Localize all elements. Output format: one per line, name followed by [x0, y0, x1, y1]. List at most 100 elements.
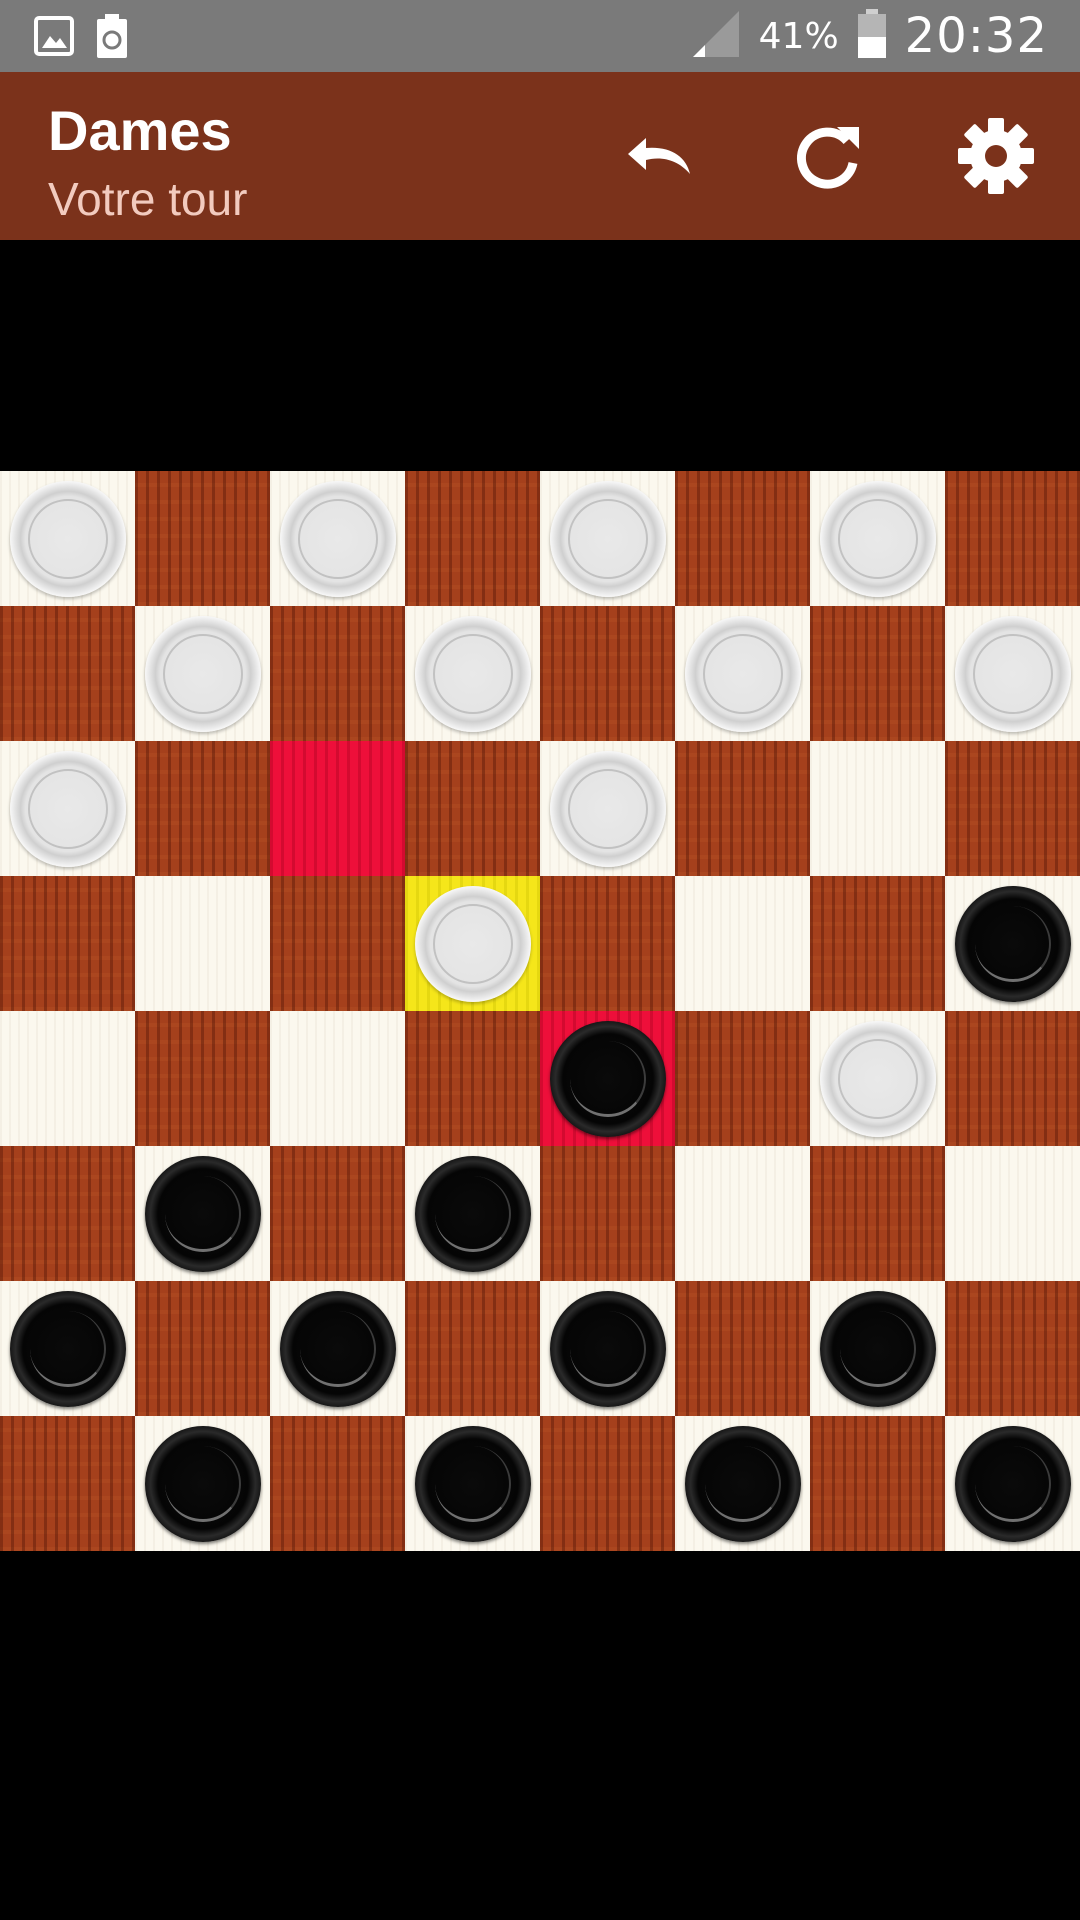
board-square-r6-c8[interactable]	[945, 1146, 1080, 1281]
board-square-r6-c6[interactable]	[675, 1146, 810, 1281]
refresh-icon	[796, 127, 859, 189]
white-piece[interactable]	[9, 750, 126, 867]
white-piece[interactable]	[684, 615, 801, 732]
white-piece[interactable]	[279, 480, 396, 597]
board-square-r8-c3[interactable]	[270, 1416, 405, 1551]
board-square-r3-c1[interactable]	[0, 741, 135, 876]
settings-button[interactable]	[948, 108, 1044, 204]
board-square-r6-c5[interactable]	[540, 1146, 675, 1281]
board-square-r7-c1[interactable]	[0, 1281, 135, 1416]
refresh-button[interactable]	[780, 108, 876, 204]
board-square-r4-c2[interactable]	[135, 876, 270, 1011]
board-square-r2-c1[interactable]	[0, 606, 135, 741]
black-piece[interactable]	[684, 1425, 801, 1542]
board-square-r3-c5[interactable]	[540, 741, 675, 876]
board-square-r2-c8[interactable]	[945, 606, 1080, 741]
board-square-r6-c2[interactable]	[135, 1146, 270, 1281]
board-square-r6-c4[interactable]	[405, 1146, 540, 1281]
white-piece[interactable]	[954, 615, 1071, 732]
board-square-r5-c6[interactable]	[675, 1011, 810, 1146]
board-square-r8-c1[interactable]	[0, 1416, 135, 1551]
undo-icon	[628, 138, 690, 174]
board-square-r8-c6[interactable]	[675, 1416, 810, 1551]
board-square-r6-c7[interactable]	[810, 1146, 945, 1281]
board-square-r8-c5[interactable]	[540, 1416, 675, 1551]
black-piece[interactable]	[144, 1155, 261, 1272]
board-square-r3-c2[interactable]	[135, 741, 270, 876]
board-square-r4-c8[interactable]	[945, 876, 1080, 1011]
board-square-r4-c5[interactable]	[540, 876, 675, 1011]
board-square-r8-c2[interactable]	[135, 1416, 270, 1551]
board-square-r4-c7[interactable]	[810, 876, 945, 1011]
board-square-r1-c2[interactable]	[135, 471, 270, 606]
black-piece[interactable]	[9, 1290, 126, 1407]
black-piece[interactable]	[279, 1290, 396, 1407]
board-square-r4-c3[interactable]	[270, 876, 405, 1011]
board-square-r2-c4[interactable]	[405, 606, 540, 741]
board-square-r2-c3[interactable]	[270, 606, 405, 741]
board-square-r2-c7[interactable]	[810, 606, 945, 741]
board-square-r1-c5[interactable]	[540, 471, 675, 606]
board-square-r7-c8[interactable]	[945, 1281, 1080, 1416]
board-square-r1-c6[interactable]	[675, 471, 810, 606]
white-piece[interactable]	[819, 1020, 936, 1137]
board-square-r5-c7[interactable]	[810, 1011, 945, 1146]
board-square-r2-c6[interactable]	[675, 606, 810, 741]
black-piece[interactable]	[954, 1425, 1071, 1542]
board-square-r3-c3[interactable]	[270, 741, 405, 876]
board-square-r7-c2[interactable]	[135, 1281, 270, 1416]
board-square-r5-c2[interactable]	[135, 1011, 270, 1146]
board-square-r5-c4[interactable]	[405, 1011, 540, 1146]
black-piece[interactable]	[549, 1020, 666, 1137]
battery-percent: 41%	[758, 15, 839, 57]
white-piece[interactable]	[819, 480, 936, 597]
board-square-r1-c4[interactable]	[405, 471, 540, 606]
board-square-r3-c6[interactable]	[675, 741, 810, 876]
board-square-r8-c7[interactable]	[810, 1416, 945, 1551]
battery-icon	[857, 8, 887, 64]
board-square-r4-c4[interactable]	[405, 876, 540, 1011]
board-square-r7-c6[interactable]	[675, 1281, 810, 1416]
board-square-r6-c1[interactable]	[0, 1146, 135, 1281]
board-square-r3-c8[interactable]	[945, 741, 1080, 876]
status-right: 41% 20:32	[691, 0, 1048, 72]
black-piece[interactable]	[954, 885, 1071, 1002]
black-piece[interactable]	[819, 1290, 936, 1407]
app-bar: Dames Votre tour	[0, 72, 1080, 240]
board-square-r8-c8[interactable]	[945, 1416, 1080, 1551]
board-square-r7-c7[interactable]	[810, 1281, 945, 1416]
board-square-r7-c5[interactable]	[540, 1281, 675, 1416]
board-square-r5-c5[interactable]	[540, 1011, 675, 1146]
board-square-r2-c5[interactable]	[540, 606, 675, 741]
board-square-r1-c1[interactable]	[0, 471, 135, 606]
black-piece[interactable]	[549, 1290, 666, 1407]
undo-button[interactable]	[612, 108, 708, 204]
black-piece[interactable]	[144, 1425, 261, 1542]
board-square-r5-c8[interactable]	[945, 1011, 1080, 1146]
white-piece[interactable]	[549, 480, 666, 597]
board-square-r4-c1[interactable]	[0, 876, 135, 1011]
white-piece[interactable]	[144, 615, 261, 732]
white-piece[interactable]	[9, 480, 126, 597]
board-square-r6-c3[interactable]	[270, 1146, 405, 1281]
board-square-r4-c6[interactable]	[675, 876, 810, 1011]
board-square-r3-c7[interactable]	[810, 741, 945, 876]
white-piece[interactable]	[414, 885, 531, 1002]
black-piece[interactable]	[414, 1155, 531, 1272]
board-square-r7-c3[interactable]	[270, 1281, 405, 1416]
board-square-r3-c4[interactable]	[405, 741, 540, 876]
board-square-r5-c1[interactable]	[0, 1011, 135, 1146]
signal-icon	[691, 9, 741, 64]
board-square-r8-c4[interactable]	[405, 1416, 540, 1551]
board-square-r7-c4[interactable]	[405, 1281, 540, 1416]
board-square-r5-c3[interactable]	[270, 1011, 405, 1146]
board-square-r1-c7[interactable]	[810, 471, 945, 606]
board-square-r2-c2[interactable]	[135, 606, 270, 741]
settings-icon	[958, 118, 1034, 194]
black-piece[interactable]	[414, 1425, 531, 1542]
board-square-r1-c8[interactable]	[945, 471, 1080, 606]
board-square-r1-c3[interactable]	[270, 471, 405, 606]
white-piece[interactable]	[414, 615, 531, 732]
white-piece[interactable]	[549, 750, 666, 867]
status-bar: 41% 20:32	[0, 0, 1080, 72]
